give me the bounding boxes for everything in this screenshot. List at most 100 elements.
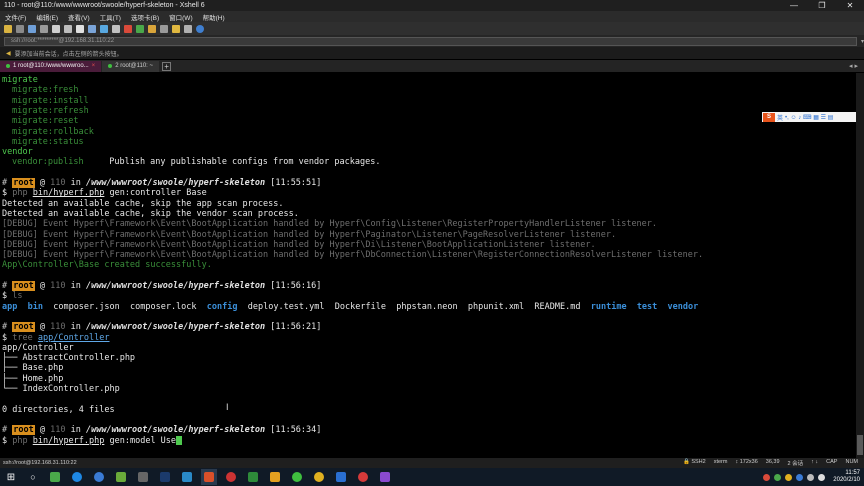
terminal-line: migrate:rollback: [12, 126, 94, 137]
status-size: ↕ 172x36: [735, 459, 758, 465]
globe-icon[interactable]: [100, 24, 108, 33]
compose-icon[interactable]: [172, 24, 180, 33]
app-icon-1[interactable]: [47, 469, 63, 485]
prompt-user: root: [12, 281, 35, 291]
tab-label: 1 root@110:/www/wwwroo...: [13, 62, 89, 69]
vendor-cmd: vendor:publish: [12, 157, 84, 168]
status-cap: CAP: [826, 459, 838, 465]
window-title: 110 - root@110:/www/wwwroot/swoole/hyper…: [4, 2, 205, 9]
prompt-host: 110: [50, 322, 66, 333]
terminal-line: vendor: [2, 147, 33, 158]
xshell-icon[interactable]: [201, 469, 217, 485]
new-tab-button[interactable]: +: [162, 61, 172, 71]
prompt-path: /www/wwwroot/swoole/hyperf-skeleton: [85, 281, 266, 291]
prompt-host: 110: [50, 281, 66, 291]
minimize-button[interactable]: —: [780, 0, 808, 11]
tray-icon[interactable]: [763, 473, 771, 481]
start-button[interactable]: ⊞: [3, 469, 19, 485]
tab-close-icon[interactable]: ×: [92, 61, 96, 72]
status-connection: ssh://root@192.168.31.110:22: [3, 460, 77, 466]
hint-text: 要添加当前会话，点击左侧的箭头按钮。: [14, 51, 123, 58]
disconnect-icon[interactable]: [40, 24, 48, 33]
keyboard-icon[interactable]: [160, 24, 168, 33]
wechat-icon[interactable]: [289, 469, 305, 485]
clock-time: 11:57: [845, 470, 860, 476]
app-icon-7[interactable]: [223, 469, 239, 485]
script-icon[interactable]: [136, 24, 144, 33]
lock-icon[interactable]: [148, 24, 156, 33]
menu-view[interactable]: 查看(V): [63, 12, 95, 22]
new-session-icon[interactable]: [4, 24, 12, 33]
menu-window[interactable]: 窗口(W): [164, 12, 197, 22]
tab-session-2[interactable]: 2 root@110: ~: [102, 60, 160, 72]
menu-tabs[interactable]: 选项卡(B): [126, 12, 164, 22]
prompt-user: root: [12, 322, 35, 333]
app-icon-2[interactable]: [69, 469, 85, 485]
tray-icon[interactable]: [774, 473, 782, 481]
prompt-user: root: [12, 178, 35, 188]
tray-icon[interactable]: [796, 473, 804, 481]
app-icon-9[interactable]: [267, 469, 283, 485]
menu-file[interactable]: 文件(F): [0, 12, 31, 22]
network-icon[interactable]: [807, 473, 815, 481]
search-icon[interactable]: ○: [25, 469, 41, 485]
tree-summary: 0 directories, 4 files: [2, 404, 115, 415]
app-icon-6[interactable]: [179, 469, 195, 485]
find-icon[interactable]: [76, 24, 84, 33]
font-icon[interactable]: [112, 24, 120, 33]
help-icon[interactable]: [196, 24, 204, 33]
photoshop-icon[interactable]: [157, 469, 173, 485]
copy-icon[interactable]: [52, 24, 60, 33]
output-line: Detected an available cache, skip the ve…: [2, 208, 299, 219]
debug-line: [DEBUG] Event Hyperf\Framework\Event\Boo…: [2, 229, 617, 240]
terminal-line: migrate:status: [12, 136, 84, 147]
app-icon-3[interactable]: [91, 469, 107, 485]
open-icon[interactable]: [16, 24, 24, 33]
prompt-line: # root @ 110 in /www/wwwroot/swoole/hype…: [2, 322, 322, 333]
sogou-ime-icon[interactable]: S: [763, 112, 775, 122]
app-icon-11[interactable]: [355, 469, 371, 485]
app-icon-12[interactable]: [377, 469, 393, 485]
maximize-button[interactable]: ❐: [808, 0, 836, 11]
prompt-path: /www/wwwroot/swoole/hyperf-skeleton: [85, 322, 266, 333]
ime-mode[interactable]: 英: [777, 113, 783, 122]
chrome-icon[interactable]: [311, 469, 327, 485]
volume-icon[interactable]: [818, 473, 826, 481]
session-address-input[interactable]: ssh://root:*********@192.168.31.110:22: [4, 36, 857, 46]
menu-tools[interactable]: 工具(T): [95, 12, 126, 22]
terminal-area[interactable]: migrate migrate:fresh migrate:install mi…: [0, 73, 856, 458]
add-session-arrow-icon[interactable]: ◀: [6, 50, 11, 57]
ime-toolbar[interactable]: S 英 •, ☺ ♪ ⌨ ▦ ☰ ▤: [762, 112, 860, 122]
tab-session-1[interactable]: 1 root@110:/www/wwwroo... ×: [0, 60, 102, 72]
prompt-time: [11:56:21]: [270, 322, 322, 333]
tab-nav-arrows[interactable]: ◂ ▸: [849, 62, 864, 70]
vendor-desc: Publish any publishable configs from ven…: [83, 157, 381, 168]
paste-icon[interactable]: [64, 24, 72, 33]
tab-label: 2 root@110: ~: [115, 62, 154, 69]
reconnect-icon[interactable]: [28, 24, 36, 33]
scrollbar-thumb[interactable]: [857, 435, 863, 455]
xftp-icon[interactable]: [124, 24, 132, 33]
app-icon-4[interactable]: [113, 469, 129, 485]
ime-tool-icons[interactable]: •, ☺ ♪ ⌨ ▦ ☰ ▤: [785, 114, 833, 121]
terminal-line: migrate:fresh: [12, 85, 79, 96]
tree-item: └── IndexController.php: [2, 384, 120, 394]
tray-icon[interactable]: [785, 473, 793, 481]
command-line[interactable]: $ php bin/hyperf.php gen:model Use: [2, 435, 183, 446]
terminal-line: vendor:publish Publish any publishable c…: [12, 157, 380, 167]
close-button[interactable]: ✕: [836, 0, 864, 11]
menu-help[interactable]: 帮助(H): [198, 12, 230, 22]
system-clock[interactable]: 11:57 2020/2/10: [829, 470, 860, 484]
tree-item: ├── Home.php: [2, 373, 64, 384]
connected-status-icon: [6, 64, 10, 68]
menu-edit[interactable]: 编辑(E): [31, 12, 63, 22]
text-cursor: [176, 435, 183, 445]
app-icon-5[interactable]: [135, 469, 151, 485]
terminal-scrollbar[interactable]: [856, 73, 864, 458]
app-icon-8[interactable]: [245, 469, 261, 485]
print-icon[interactable]: [88, 24, 96, 33]
app-icon-10[interactable]: [333, 469, 349, 485]
terminal-line: migrate:refresh: [12, 105, 89, 116]
prompt-line: # root @ 110 in /www/wwwroot/swoole/hype…: [2, 281, 322, 291]
fullscreen-icon[interactable]: [184, 24, 192, 33]
